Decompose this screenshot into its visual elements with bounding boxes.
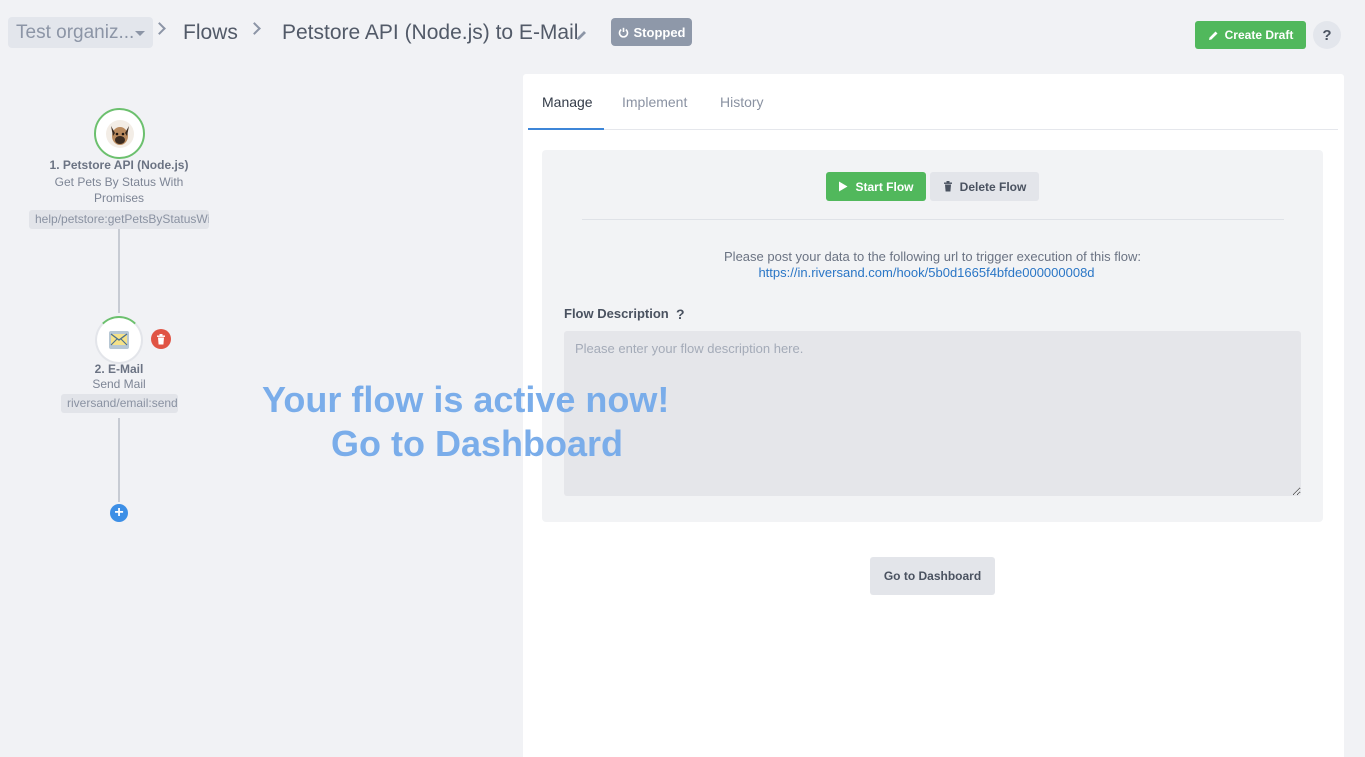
pencil-icon [1208, 31, 1218, 40]
power-icon [618, 27, 628, 38]
trash-icon [943, 181, 952, 192]
flow-connector [118, 229, 120, 313]
flow-active-headline: Your flow is active now! [262, 379, 670, 420]
trash-icon [157, 333, 165, 344]
dog-avatar-icon [105, 119, 134, 148]
node-subtitle: Get Pets By Status With [54, 175, 184, 189]
pencil-icon[interactable] [575, 29, 588, 42]
breadcrumb-flows[interactable]: Flows [183, 21, 238, 45]
start-flow-button[interactable]: Start Flow [826, 172, 926, 201]
node-subtitle: Send Mail [92, 377, 146, 391]
manage-card: Start Flow Delete Flow Please post your … [542, 150, 1323, 522]
go-to-dashboard-link[interactable]: Go to Dashboard [262, 422, 692, 466]
webhook-instructions: Please post your data to the following u… [724, 249, 1141, 264]
description-help-icon[interactable]: ? [676, 306, 685, 322]
add-step-button[interactable]: + [110, 504, 128, 522]
flow-title: Petstore API (Node.js) to E-Mail [282, 21, 579, 44]
flow-description-label: Flow Description [564, 306, 669, 321]
status-badge: Stopped [611, 18, 692, 46]
delete-node-button[interactable] [151, 329, 171, 349]
node-tag: help/petstore:getPetsByStatusWithPromise… [29, 210, 209, 229]
panel-tabs: Manage Implement History [528, 74, 1338, 130]
organization-select[interactable]: Test organiz... [8, 17, 153, 48]
delete-flow-button[interactable]: Delete Flow [930, 172, 1039, 201]
active-tab-indicator [528, 128, 604, 130]
help-button[interactable]: ? [1313, 21, 1341, 49]
go-to-dashboard-button[interactable]: Go to Dashboard [870, 557, 995, 595]
organization-label: Test organiz... [16, 21, 135, 43]
chevron-down-icon [135, 31, 145, 36]
status-label: Stopped [633, 24, 686, 40]
node-subtitle: Promises [93, 191, 144, 205]
flow-node-email[interactable] [95, 316, 143, 364]
chevron-right-icon [153, 22, 166, 35]
create-draft-button[interactable]: Create Draft [1195, 21, 1306, 49]
tab-implement[interactable]: Implement [622, 94, 687, 110]
flow-active-message: Your flow is active now! Go to Dashboard [262, 378, 692, 466]
tab-manage[interactable]: Manage [542, 94, 593, 110]
play-icon [839, 181, 848, 192]
chevron-right-icon [248, 22, 261, 35]
node-title: 2. E-Mail [94, 362, 144, 376]
node-title: 1. Petstore API (Node.js) [49, 158, 189, 172]
webhook-url-link[interactable]: https://in.riversand.com/hook/5b0d1665f4… [542, 265, 1311, 281]
email-icon [109, 331, 129, 349]
flow-connector [118, 418, 120, 502]
create-draft-label: Create Draft [1224, 28, 1294, 42]
start-flow-label: Start Flow [855, 179, 914, 194]
node-tag: riversand/email:send [61, 394, 178, 413]
delete-flow-label: Delete Flow [959, 179, 1027, 194]
divider [582, 219, 1284, 220]
tab-history[interactable]: History [720, 94, 764, 110]
flow-node-petstore[interactable] [94, 108, 145, 159]
